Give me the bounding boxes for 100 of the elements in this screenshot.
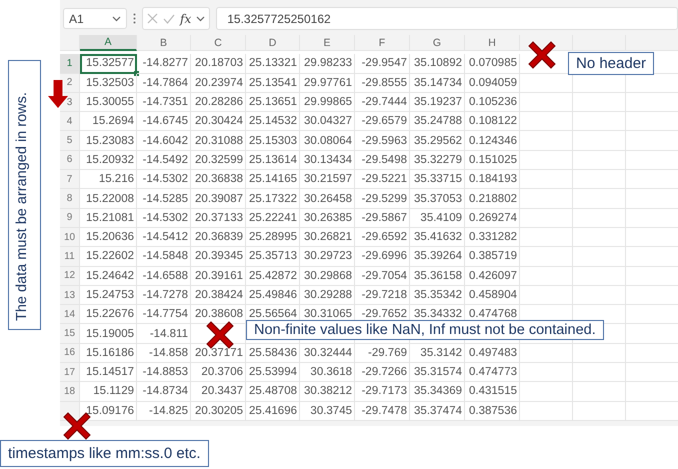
row-header[interactable]: 15 xyxy=(60,324,80,344)
table-cell: 20.30205 xyxy=(191,402,246,421)
table-cell: 25.17322 xyxy=(246,189,300,209)
table-cell: 15.14517 xyxy=(80,363,137,382)
table-cell: 29.98233 xyxy=(300,54,355,74)
table-cell: 35.33715 xyxy=(410,170,465,190)
column-header[interactable]: F xyxy=(355,35,410,51)
table-cell: 15.32503 xyxy=(80,74,137,93)
table-cell: 35.32279 xyxy=(410,150,465,170)
table-cell: 20.39161 xyxy=(191,266,246,286)
table-cell: 20.37133 xyxy=(191,208,246,228)
table-cell: 20.3437 xyxy=(191,382,246,402)
row-header[interactable]: 12 xyxy=(60,266,80,286)
function-button[interactable]: fx xyxy=(180,12,192,26)
table-cell: 15.1129 xyxy=(80,382,137,402)
table-cell: -14.811 xyxy=(137,324,191,344)
table-cell: 15.32577 xyxy=(80,54,137,74)
row-header[interactable]: 14 xyxy=(60,305,80,324)
table-cell: 25.13541 xyxy=(246,74,300,93)
table-cell: -29.7173 xyxy=(355,382,410,402)
table-cell: 29.97761 xyxy=(300,74,355,93)
table-cell: 25.41696 xyxy=(246,402,300,421)
table-cell: 0.094059 xyxy=(465,74,520,93)
table-cell: 25.14532 xyxy=(246,112,300,132)
table-cell: 30.08064 xyxy=(300,131,355,151)
table-cell: 35.31574 xyxy=(410,363,465,382)
table-cell: -29.5498 xyxy=(355,150,410,170)
table-cell: 0.070985 xyxy=(465,54,520,74)
table-cell: 20.31088 xyxy=(191,131,246,151)
column-header[interactable]: D xyxy=(246,35,300,51)
row-header[interactable]: 1 xyxy=(60,54,80,74)
table-cell: 15.22676 xyxy=(80,305,137,324)
column-header[interactable]: B xyxy=(137,35,191,51)
table-cell: -29.5867 xyxy=(355,208,410,228)
row-header[interactable]: 18 xyxy=(60,382,80,402)
table-cell: -29.6579 xyxy=(355,112,410,132)
row-header[interactable]: 17 xyxy=(60,363,80,382)
table-cell: 25.13651 xyxy=(246,92,300,112)
table-cell: 30.13434 xyxy=(300,150,355,170)
column-header[interactable]: E xyxy=(300,35,355,51)
table-cell: -14.6745 xyxy=(137,112,191,132)
table-cell: 15.216 xyxy=(80,170,137,190)
column-header[interactable]: A xyxy=(80,35,137,51)
table-cell: 0.105236 xyxy=(465,92,520,112)
table-cell: -14.5285 xyxy=(137,189,191,209)
row-header[interactable]: 8 xyxy=(60,189,80,209)
table-cell: 25.28995 xyxy=(246,228,300,248)
table-cell: -14.8734 xyxy=(137,382,191,402)
table-cell: 35.36158 xyxy=(410,266,465,286)
table-cell: 25.42872 xyxy=(246,266,300,286)
table-cell: -29.6996 xyxy=(355,247,410,267)
row-header[interactable]: 13 xyxy=(60,286,80,306)
table-cell: 20.38424 xyxy=(191,286,246,306)
row-header[interactable]: 9 xyxy=(60,208,80,228)
table-cell: -29.7478 xyxy=(355,402,410,421)
table-cell: 20.32599 xyxy=(191,150,246,170)
table-cell: -29.7054 xyxy=(355,266,410,286)
table-cell: 0.426097 xyxy=(465,266,520,286)
table-cell: -14.7351 xyxy=(137,92,191,112)
table-cell: 15.20932 xyxy=(80,150,137,170)
table-cell: 35.41632 xyxy=(410,228,465,248)
row-header[interactable]: 10 xyxy=(60,228,80,248)
table-cell: 20.28286 xyxy=(191,92,246,112)
row-header[interactable]: 5 xyxy=(60,131,80,151)
table-cell: 20.3706 xyxy=(191,363,246,382)
table-cell: 35.29562 xyxy=(410,131,465,151)
table-cell: 35.37474 xyxy=(410,402,465,421)
table-cell: -14.5412 xyxy=(137,228,191,248)
table-cell: 20.18703 xyxy=(191,54,246,74)
table-cell: 25.14165 xyxy=(246,170,300,190)
table-cell: 20.23974 xyxy=(191,74,246,93)
formula-field[interactable]: 15.3257725250162 xyxy=(216,7,678,30)
table-cell: -14.5302 xyxy=(137,170,191,190)
table-cell: 30.3745 xyxy=(300,402,355,421)
table-cell: -29.5299 xyxy=(355,189,410,209)
table-cell: 15.21081 xyxy=(80,208,137,228)
table-cell: 15.22602 xyxy=(80,247,137,267)
row-header[interactable]: 11 xyxy=(60,247,80,267)
name-box[interactable]: A1 xyxy=(63,8,127,29)
column-header[interactable]: G xyxy=(410,35,465,51)
table-cell: 25.58436 xyxy=(246,344,300,364)
table-cell: -29.9547 xyxy=(355,54,410,74)
table-cell: 0.218802 xyxy=(465,189,520,209)
table-cell: -29.6592 xyxy=(355,228,410,248)
row-header[interactable]: 16 xyxy=(60,344,80,364)
table-cell: 25.48708 xyxy=(246,382,300,402)
column-header[interactable]: H xyxy=(465,35,520,51)
table-cell: 30.29868 xyxy=(300,266,355,286)
column-header[interactable]: C xyxy=(191,35,246,51)
table-cell: 0.497483 xyxy=(465,344,520,364)
table-cell: -14.6588 xyxy=(137,266,191,286)
row-header[interactable]: 6 xyxy=(60,150,80,170)
table-cell: 0.269274 xyxy=(465,208,520,228)
table-cell: 0.431515 xyxy=(465,382,520,402)
table-cell: 35.3142 xyxy=(410,344,465,364)
row-header[interactable]: 4 xyxy=(60,112,80,132)
table-cell: -14.7278 xyxy=(137,286,191,306)
row-header[interactable]: 7 xyxy=(60,170,80,190)
table-cell: -14.5302 xyxy=(137,208,191,228)
table-cell: 0.474773 xyxy=(465,363,520,382)
